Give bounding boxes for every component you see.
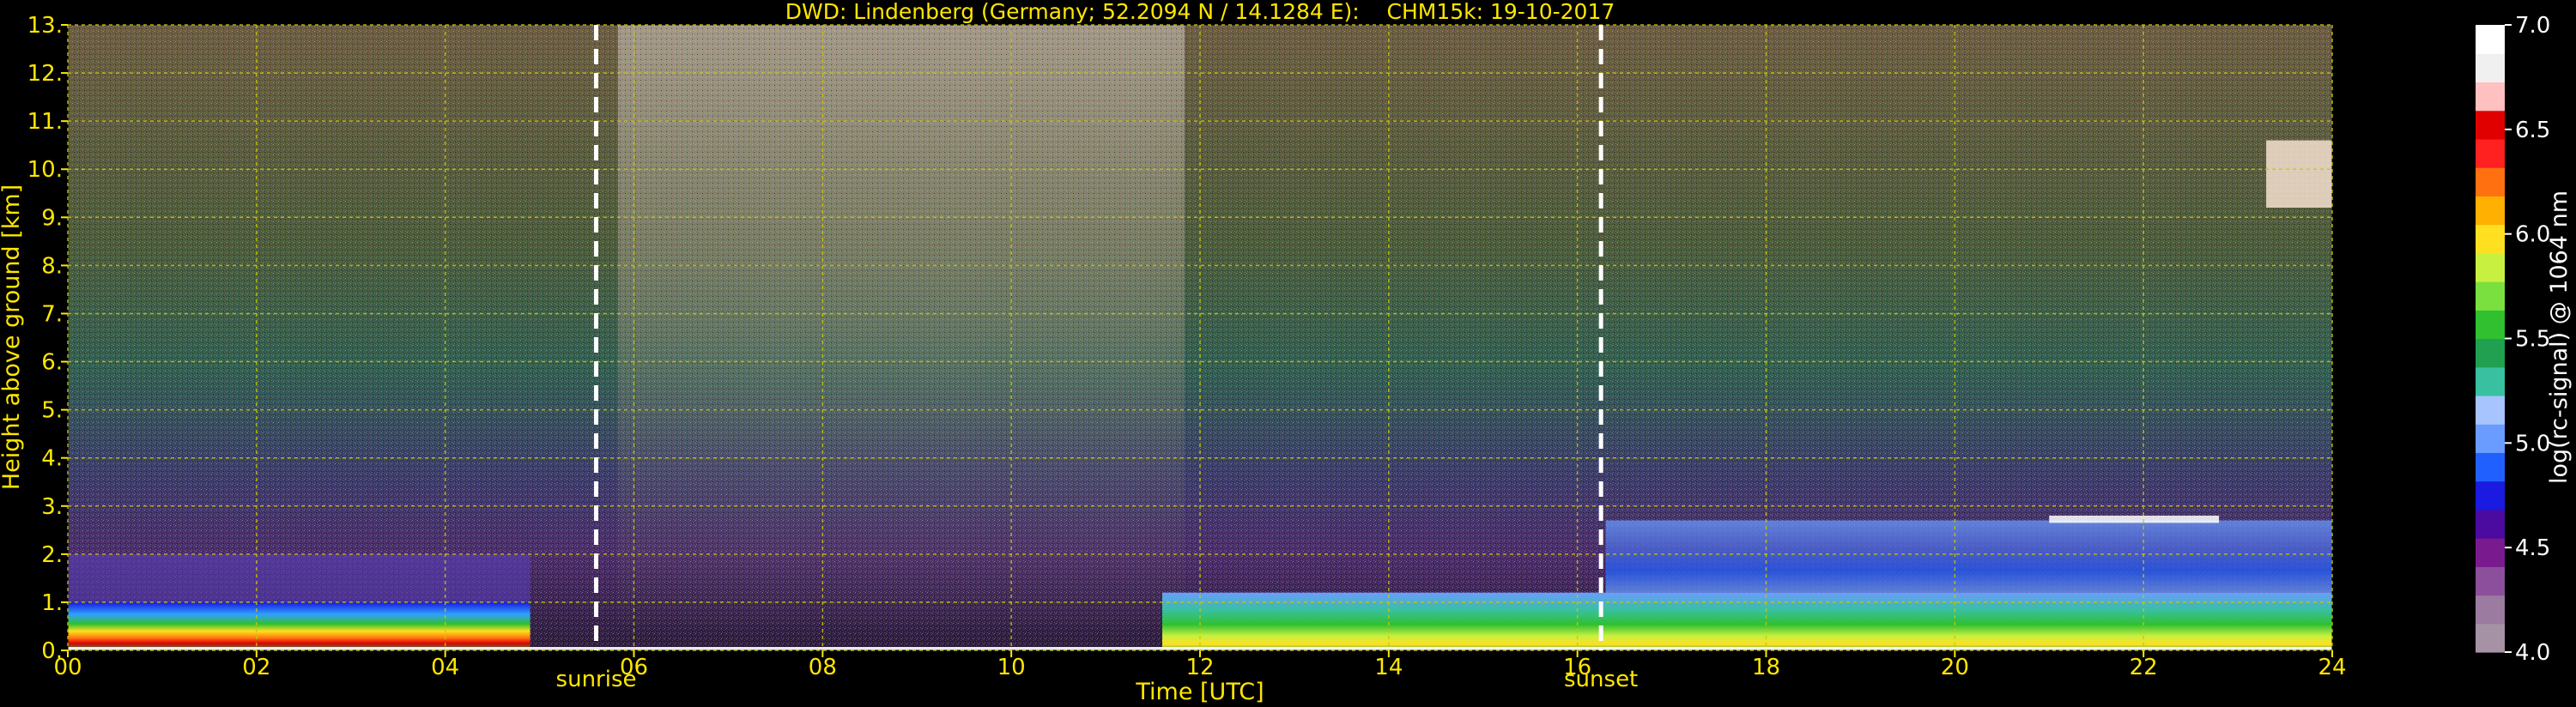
- y-tick-label: 13.: [27, 13, 63, 39]
- x-tick-label: 24: [2318, 655, 2346, 680]
- layer-elevated-aerosol: [68, 553, 530, 602]
- colorbar-segment: [2476, 566, 2505, 596]
- y-tick-label: 0.: [41, 638, 63, 664]
- colorbar-segment: [2476, 452, 2505, 482]
- x-tick-label: 22: [2130, 655, 2158, 680]
- colorbar-segment: [2476, 509, 2505, 539]
- y-tick-label: 7.: [41, 301, 63, 327]
- y-tick-label: 5.: [41, 398, 63, 424]
- colorbar-tick-label: 4.5: [2515, 535, 2550, 561]
- x-tick-label: 06: [620, 655, 648, 680]
- x-tick-label: 18: [1752, 655, 1780, 680]
- layer-boundary-layer: [1162, 592, 2332, 650]
- y-tick-label: 3.: [41, 494, 63, 520]
- colorbar-segment: [2476, 167, 2505, 196]
- layer-cirrus: [2266, 140, 2332, 208]
- y-axis-ticks: 0. 1. 2. 3. 4. 5. 6. 7. 8. 9. 10. 11. 12. 13.: [27, 13, 68, 664]
- y-tick-label: 8.: [41, 253, 63, 279]
- chart-title: DWD: Lindenberg (Germany; 52.2094 N / 14…: [785, 0, 1615, 24]
- y-axis-label: Height above ground [km]: [0, 184, 25, 490]
- y-tick-label: 4.: [41, 446, 63, 472]
- colorbar-segment: [2476, 224, 2505, 254]
- y-tick-label: 11.: [27, 109, 63, 135]
- layer-boundary-layer: [68, 601, 530, 650]
- colorbar-segment: [2476, 395, 2505, 425]
- colorbar-segment: [2476, 623, 2505, 653]
- colorbar-segment: [2476, 424, 2505, 454]
- colorbar-segment: [2476, 538, 2505, 567]
- y-tick-label: 6.: [41, 350, 63, 376]
- colorbar-segment: [2476, 82, 2505, 112]
- x-tick-label: 02: [242, 655, 270, 680]
- colorbar-segment: [2476, 110, 2505, 140]
- colorbar-segment: [2476, 480, 2505, 511]
- y-tick-label: 10.: [27, 157, 63, 183]
- y-tick-label: 1.: [41, 590, 63, 616]
- layer-cloud-layer: [2049, 515, 2220, 523]
- colorbar-tick-label: 7.0: [2515, 13, 2550, 39]
- colorbar-tick-label: 6.5: [2515, 118, 2550, 143]
- colorbar-segment: [2476, 310, 2505, 340]
- x-tick-label: 20: [1941, 655, 1969, 680]
- colorbar-segment: [2476, 338, 2505, 368]
- colorbar-label: log(rc-signal) @ 1064 nm: [2546, 190, 2573, 484]
- ceilometer-chart: sunrise sunset 00 02 04 06 08 10 12 14 16 18 20 22 24…: [0, 0, 2573, 705]
- colorbar-segment: [2476, 281, 2505, 311]
- y-tick-label: 9.: [41, 205, 63, 231]
- colorbar-segment: [2476, 138, 2505, 168]
- colorbar-segment: [2476, 53, 2505, 83]
- x-axis-label: Time [UTC]: [1135, 679, 1264, 705]
- colorbar: 4.04.55.05.56.06.57.0: [2476, 13, 2550, 666]
- y-tick-label: 12.: [27, 61, 63, 87]
- x-tick-label: 12: [1185, 655, 1214, 680]
- y-tick-label: 2.: [41, 542, 63, 568]
- colorbar-segment: [2476, 366, 2505, 396]
- colorbar-segment: [2476, 252, 2505, 282]
- x-tick-label: 16: [1563, 655, 1591, 680]
- x-axis-ticks: 00 02 04 06 08 10 12 14 16 18 20 22 24: [53, 650, 2347, 680]
- colorbar-tick-label: 4.0: [2515, 640, 2550, 666]
- x-tick-label: 14: [1374, 655, 1403, 680]
- layer-residual-layer: [1605, 520, 2332, 593]
- colorbar-segment: [2476, 25, 2505, 54]
- colorbar-segment: [2476, 595, 2505, 625]
- x-tick-label: 04: [431, 655, 459, 680]
- x-tick-label: 08: [809, 655, 837, 680]
- colorbar-segment: [2476, 196, 2505, 226]
- x-tick-label: 10: [997, 655, 1026, 680]
